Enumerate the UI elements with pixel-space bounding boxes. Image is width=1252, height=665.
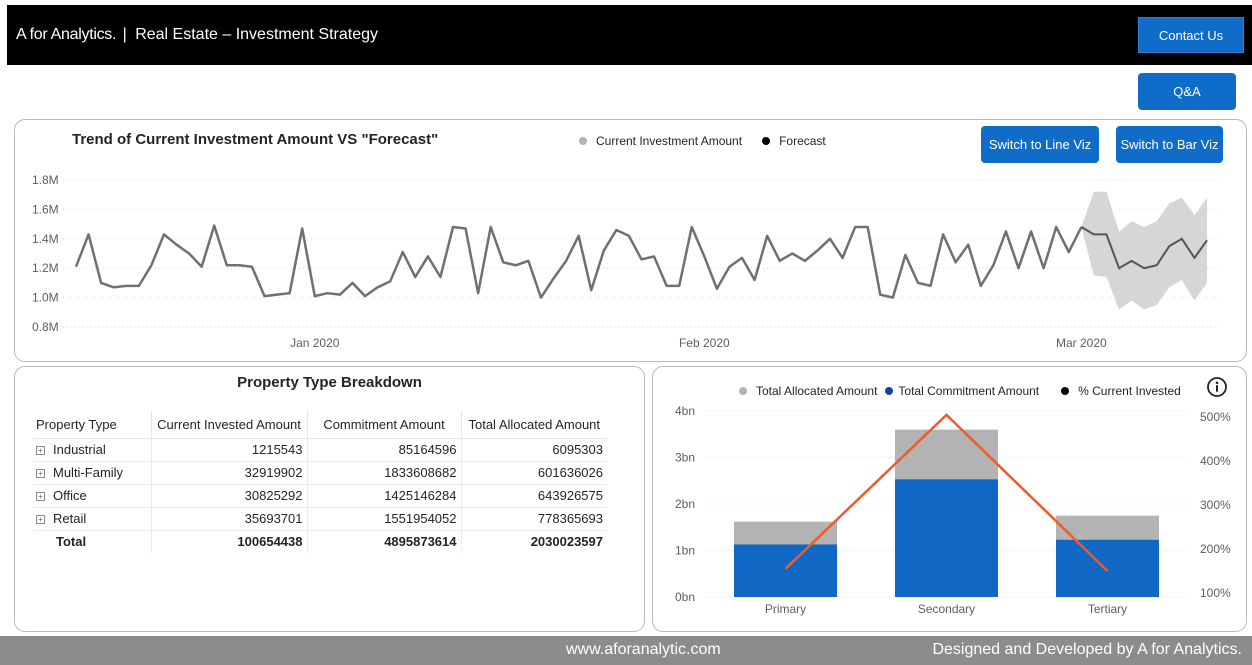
trend-line-chart[interactable]: 1.8M 1.6M 1.4M 1.2M 1.0M 0.8M Jan 2020 Feb 2020… <box>15 130 1246 360</box>
legend-item-pct-invested[interactable]: % Current Invested <box>1061 384 1181 398</box>
property-breakdown-card: Property Type Breakdown Property Type Cu… <box>14 366 645 632</box>
table-cell: 778365693 <box>460 507 607 531</box>
table-cell: 85164596 <box>306 438 461 462</box>
bar-total-commitment <box>734 544 837 597</box>
brand-title: A for Analytics. | Real Estate – Investm… <box>16 26 378 44</box>
x-tick-label: Feb 2020 <box>679 336 730 350</box>
table-cell: 100654438 <box>150 530 307 553</box>
legend-dot-icon <box>885 387 894 395</box>
table-row: + Multi-Family 32919902 1833608682 601636… <box>33 461 607 485</box>
expand-plus-icon[interactable]: + <box>36 515 45 524</box>
table-cell: 1833608682 <box>306 461 461 485</box>
total-label-text: Total <box>56 534 87 550</box>
row-label: Retail <box>53 511 87 526</box>
legend-label: Total Allocated Amount <box>756 384 878 398</box>
brand-logo: A for Analytics. <box>16 26 117 43</box>
qa-button[interactable]: Q&A <box>1138 73 1236 110</box>
row-label: Industrial <box>53 442 106 457</box>
table-cell: 6095303 <box>460 438 607 462</box>
row-label-cell[interactable]: + Industrial <box>33 438 151 462</box>
table-cell: 30825292 <box>150 484 307 508</box>
y-tick-label: 4bn <box>675 404 695 418</box>
total-label: Total <box>33 530 151 553</box>
table-cell: 601636026 <box>460 461 607 485</box>
legend-label: % Current Invested <box>1078 384 1181 398</box>
x-category-label: Tertiary <box>1088 602 1127 616</box>
table-cell: 1551954052 <box>306 507 461 531</box>
y2-tick-label: 300% <box>1200 498 1231 512</box>
x-category-label: Secondary <box>918 602 975 616</box>
row-label-cell[interactable]: + Retail <box>33 507 151 531</box>
column-header[interactable]: Property Type <box>33 411 151 439</box>
table-cell: 643926575 <box>460 484 607 508</box>
bar-chart-legend: Total Allocated Amount Total Commitment … <box>739 384 1201 398</box>
footer-bar: www.aforanalytic.com Designed and Develo… <box>0 636 1252 665</box>
y2-tick-label: 400% <box>1200 454 1231 468</box>
y-tick-label: 1.0M <box>32 291 59 305</box>
expand-plus-icon[interactable]: + <box>36 492 45 501</box>
y-tick-label: 1.8M <box>32 173 59 187</box>
trend-card: Trend of Current Investment Amount VS "F… <box>14 119 1247 362</box>
table-total-row: Total 100654438 4895873614 2030023597 <box>33 530 607 553</box>
column-header[interactable]: Current Invested Amount <box>150 411 307 439</box>
table-cell: 2030023597 <box>460 530 607 553</box>
table-title: Property Type Breakdown <box>237 374 422 391</box>
y-tick-label: 3bn <box>675 451 695 465</box>
brand-separator: | <box>122 26 127 43</box>
footer-credit: Designed and Developed by A for Analytic… <box>932 641 1242 658</box>
bar-total-commitment <box>1056 539 1159 597</box>
y-tick-label: 2bn <box>675 497 695 511</box>
allocation-chart-card: Total Allocated Amount Total Commitment … <box>652 366 1247 632</box>
y-tick-label: 1.4M <box>32 232 59 246</box>
x-category-label: Primary <box>765 602 806 616</box>
column-header[interactable]: Total Allocated Amount <box>460 411 607 439</box>
series-line-current-investment <box>74 224 1083 299</box>
legend-label: Total Commitment Amount <box>898 384 1040 398</box>
expand-plus-icon[interactable]: + <box>36 469 45 478</box>
table-row: + Industrial 1215543 85164596 6095303 <box>33 438 607 462</box>
y-tick-label: 0.8M <box>32 320 59 334</box>
y-tick-label: 1.6M <box>32 202 59 216</box>
legend-item-commitment[interactable]: Total Commitment Amount <box>885 384 1039 398</box>
column-header[interactable]: Commitment Amount <box>306 411 461 439</box>
y2-tick-label: 100% <box>1200 586 1231 600</box>
y2-tick-label: 200% <box>1200 542 1231 556</box>
table-cell: 1215543 <box>150 438 307 462</box>
y2-tick-label: 500% <box>1200 410 1231 424</box>
report-title: Real Estate – Investment Strategy <box>135 26 378 43</box>
x-tick-label: Jan 2020 <box>290 336 340 350</box>
header-bar: A for Analytics. | Real Estate – Investm… <box>7 5 1252 65</box>
row-label-cell[interactable]: + Office <box>33 484 151 508</box>
y-tick-label: 1.2M <box>32 261 59 275</box>
row-label: Office <box>53 488 87 503</box>
allocation-bar-chart[interactable]: 0bn 1bn 2bn 3bn 4bn 100% 200% 300% 400% 500% Prima… <box>653 401 1246 631</box>
y-tick-label: 1bn <box>675 544 695 558</box>
table-cell: 32919902 <box>150 461 307 485</box>
contact-us-button[interactable]: Contact Us <box>1138 17 1244 53</box>
table-cell: 1425146284 <box>306 484 461 508</box>
legend-dot-icon <box>739 387 747 395</box>
legend-item-allocated[interactable]: Total Allocated Amount <box>739 384 877 398</box>
table-row: + Office 30825292 1425146284 643926575 <box>33 484 607 508</box>
forecast-confidence-band <box>1081 191 1207 310</box>
x-tick-label: Mar 2020 <box>1056 336 1107 350</box>
table-header-row: Property Type Current Invested Amount Co… <box>33 411 607 439</box>
property-type-table: Property Type Current Invested Amount Co… <box>33 411 607 553</box>
footer-url[interactable]: www.aforanalytic.com <box>566 641 721 659</box>
table-row: + Retail 35693701 1551954052 778365693 <box>33 507 607 531</box>
bar-total-commitment <box>895 479 998 597</box>
row-label-cell[interactable]: + Multi-Family <box>33 461 151 485</box>
expand-plus-icon[interactable]: + <box>36 446 45 455</box>
info-icon[interactable] <box>1206 376 1228 398</box>
legend-dot-icon <box>1061 387 1070 395</box>
table-cell: 4895873614 <box>306 530 461 553</box>
row-label: Multi-Family <box>53 465 124 480</box>
y-tick-label: 0bn <box>675 590 695 604</box>
table-cell: 35693701 <box>150 507 307 531</box>
